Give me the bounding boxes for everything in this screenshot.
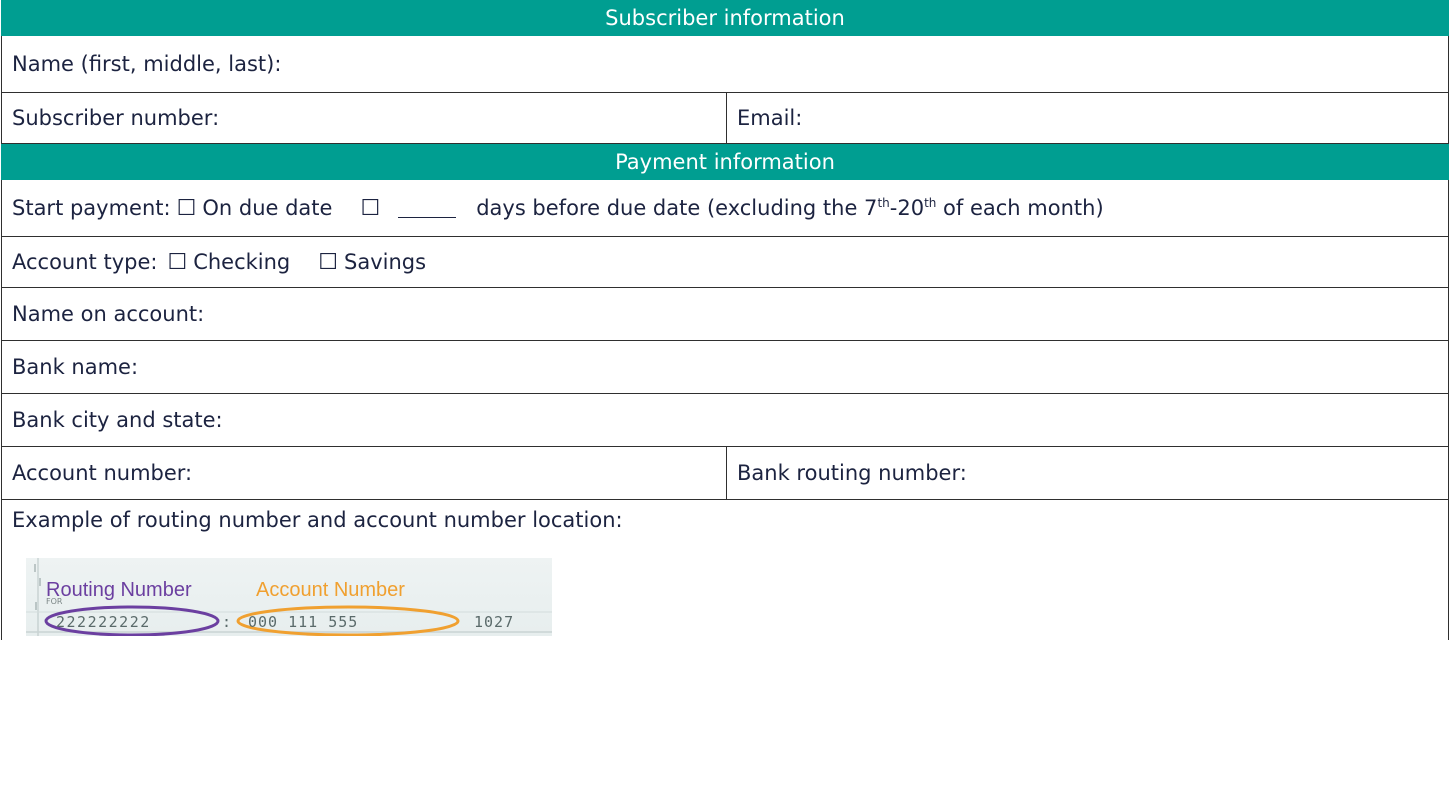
routing-number-field[interactable]: Bank routing number: [726,447,1448,499]
start-payment-row: Start payment: ☐ On due date ☐ days befo… [1,180,1449,237]
savings-checkbox[interactable]: ☐ [318,250,338,275]
subscriber-row: Subscriber number: Email: [1,93,1449,144]
subscriber-number-label: Subscriber number: [12,106,220,130]
name-label: Name (first, middle, last): [12,52,282,76]
subscriber-section-header: Subscriber information [1,0,1449,36]
days-before-checkbox[interactable]: ☐ [360,196,380,221]
name-on-account-row: Name on account: [1,288,1449,341]
subscriber-number-field[interactable]: Subscriber number: [2,93,726,143]
account-type-label: Account type: [12,250,158,274]
account-type-field: Account type: ☐ Checking ☐ Savings [2,237,1448,287]
routing-number-label: Bank routing number: [737,461,967,485]
check-example-image: FOR Routing Number Account Number 222222… [26,558,552,636]
routing-separator: : [222,613,231,631]
payment-form: Subscriber information Name (first, midd… [1,0,1449,640]
account-type-row: Account type: ☐ Checking ☐ Savings [1,237,1449,288]
email-label: Email: [737,106,803,130]
bank-city-row: Bank city and state: [1,394,1449,447]
example-label: Example of routing number and account nu… [12,508,623,532]
routing-example-section: Example of routing number and account nu… [1,500,1449,640]
bank-city-label: Bank city and state: [12,408,223,432]
bank-name-field[interactable]: Bank name: [2,341,1448,393]
name-row: Name (first, middle, last): [1,36,1449,93]
name-field[interactable]: Name (first, middle, last): [2,36,1448,92]
account-number-field[interactable]: Account number: [2,447,726,499]
name-on-account-label: Name on account: [12,302,205,326]
check-illustration: FOR Routing Number Account Number 222222… [26,558,552,636]
days-before-label: days before due date (excluding the 7th-… [476,196,1104,220]
account-number-label: Account number: [12,461,193,485]
on-due-date-checkbox[interactable]: ☐ [177,196,197,221]
account-digits: 000 111 555 [248,613,358,631]
routing-digits: 222222222 [56,613,151,631]
bank-name-label: Bank name: [12,355,139,379]
on-due-date-label: On due date [202,196,333,220]
routing-number-title: Routing Number [46,579,192,601]
days-before-input[interactable] [398,199,457,218]
email-field[interactable]: Email: [726,93,1448,143]
start-payment-label: Start payment: [12,196,171,220]
savings-label: Savings [344,250,427,274]
start-payment-field: Start payment: ☐ On due date ☐ days befo… [2,180,1448,236]
checking-label: Checking [193,250,291,274]
payment-section-header: Payment information [1,144,1449,180]
checking-checkbox[interactable]: ☐ [167,250,187,275]
bank-name-row: Bank name: [1,341,1449,394]
account-routing-row: Account number: Bank routing number: [1,447,1449,500]
account-number-title: Account Number [256,579,405,601]
check-number: 1027 [474,613,514,631]
name-on-account-field[interactable]: Name on account: [2,288,1448,340]
bank-city-field[interactable]: Bank city and state: [2,394,1448,446]
